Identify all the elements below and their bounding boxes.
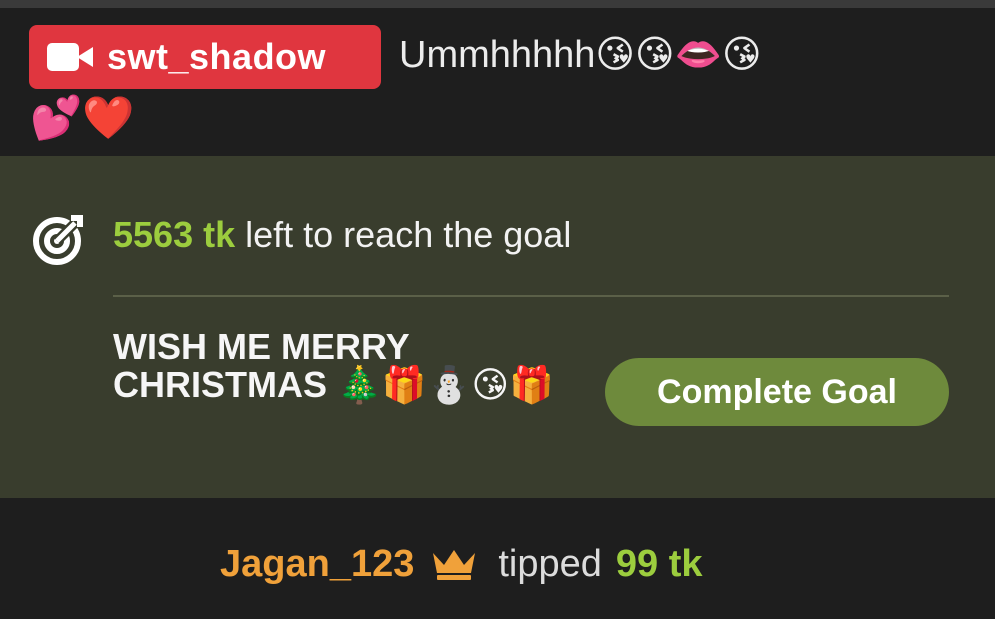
tip-goal-panel: 5563 tk left to reach the goal WISH ME M… [0,156,995,498]
goal-remaining-amount: 5563 tk [113,214,236,255]
goal-title-emojis: 🎄🎁⛄😘🎁 [327,364,554,405]
goal-title: WISH ME MERRY CHRISTMAS 🎄🎁⛄😘🎁 [113,328,593,404]
user-badge[interactable]: swt_shadow [29,25,381,89]
tip-notification: Jagan_123 tipped 99 tk [0,500,995,619]
message-username: swt_shadow [107,36,327,77]
video-camera-icon [47,43,93,71]
divider [113,295,949,297]
tipper-username[interactable]: Jagan_123 [220,540,414,588]
tip-amount: 99 tk [615,543,703,585]
complete-goal-button[interactable]: Complete Goal [605,358,949,426]
tip-line: Jagan_123 tipped 99 tk [220,540,703,588]
crown-icon [433,550,476,580]
chat-message: swt_shadow Ummhhhhh😘😘👄😘 💕❤️ [0,8,995,154]
tip-verb: tipped [498,543,602,585]
message-emoji-line: 💕❤️ [30,94,135,141]
goal-status: 5563 tk left to reach the goal [113,212,571,258]
target-arrow-icon [33,215,83,265]
goal-status-text: left to reach the goal [235,214,572,255]
message-text: Ummhhhhh😘😘👄😘 [399,34,762,76]
top-border [0,0,995,8]
